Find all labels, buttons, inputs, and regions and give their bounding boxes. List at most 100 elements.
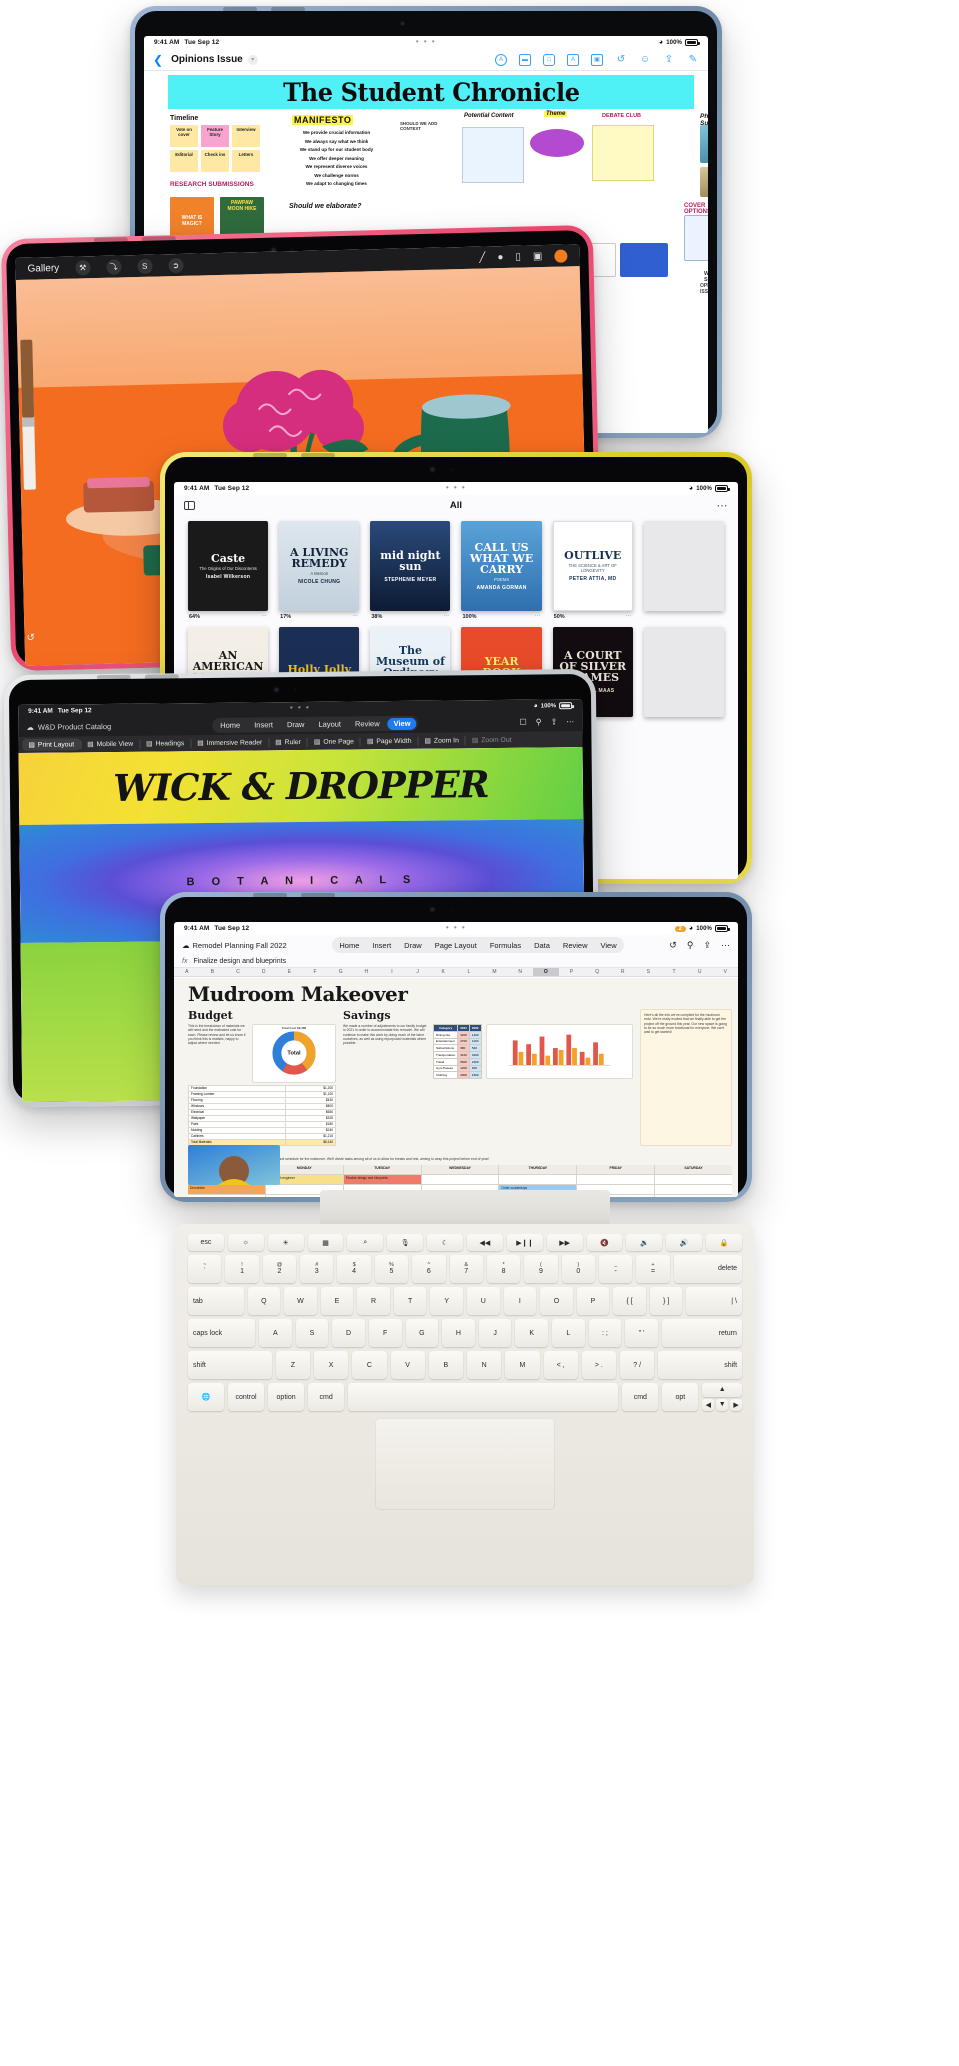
key-4[interactable]: $4 bbox=[337, 1255, 370, 1283]
ribbon-tab-view[interactable]: View bbox=[595, 939, 623, 952]
key--[interactable]: { [ bbox=[613, 1287, 646, 1315]
ribbon-tab-draw[interactable]: Draw bbox=[398, 939, 428, 952]
toolbar-ruler[interactable]: ▤Ruler bbox=[269, 738, 307, 746]
column-header-H[interactable]: H bbox=[353, 968, 379, 976]
mobile-icon[interactable]: ☐ bbox=[519, 718, 526, 727]
brightness-down-icon[interactable]: ☼ bbox=[228, 1234, 264, 1251]
schedule-cell[interactable] bbox=[499, 1175, 576, 1184]
spotlight-icon[interactable]: ⌕ bbox=[347, 1234, 383, 1251]
toolbar-zoom-in[interactable]: ▤Zoom In bbox=[418, 736, 464, 744]
multitasking-grabber[interactable]: • • • bbox=[446, 485, 466, 491]
key-k[interactable]: K bbox=[515, 1319, 548, 1347]
volume-buttons[interactable] bbox=[253, 453, 335, 458]
book-cover[interactable] bbox=[644, 627, 724, 717]
play-pause-icon[interactable]: ▶❙❙ bbox=[507, 1234, 543, 1251]
column-header-S[interactable]: S bbox=[636, 968, 662, 976]
key-esc[interactable]: esc bbox=[188, 1234, 224, 1251]
volume-buttons[interactable] bbox=[94, 236, 176, 243]
ellipsis-icon[interactable]: ⋯ bbox=[535, 614, 541, 620]
volume-up-icon[interactable]: 🔊 bbox=[666, 1234, 702, 1251]
column-header-F[interactable]: F bbox=[302, 968, 328, 976]
formula-value[interactable]: Finalize design and blueprints bbox=[193, 958, 286, 965]
key-caps-lock[interactable]: caps lock bbox=[188, 1319, 255, 1347]
formula-bar[interactable]: fx Finalize design and blueprints bbox=[174, 955, 738, 968]
key-6[interactable]: ^6 bbox=[412, 1255, 445, 1283]
key-f[interactable]: F bbox=[369, 1319, 402, 1347]
key-return[interactable]: return bbox=[662, 1319, 742, 1347]
key--[interactable]: } ] bbox=[650, 1287, 683, 1315]
key-5[interactable]: %5 bbox=[375, 1255, 408, 1283]
gallery-button[interactable]: Gallery bbox=[27, 262, 59, 274]
back-icon[interactable]: ❮ bbox=[153, 53, 163, 67]
sticky-note[interactable]: Interview bbox=[232, 125, 260, 147]
column-header-P[interactable]: P bbox=[559, 968, 585, 976]
key-s[interactable]: S bbox=[296, 1319, 329, 1347]
key-z[interactable]: Z bbox=[276, 1351, 310, 1379]
share-icon[interactable]: ⇪ bbox=[551, 717, 558, 726]
inserted-photo[interactable] bbox=[188, 1145, 280, 1185]
media-icon[interactable]: ▣ bbox=[591, 54, 603, 66]
sticky-note[interactable]: Vote on cover bbox=[170, 125, 198, 147]
book-cover[interactable]: CALL US WHAT WE CARRYPOEMSAMANDA GORMAN bbox=[461, 521, 541, 611]
column-header-Q[interactable]: Q bbox=[584, 968, 610, 976]
arrow-keys[interactable]: ▲◀▼▶ bbox=[702, 1383, 742, 1411]
schedule-cell[interactable] bbox=[422, 1175, 499, 1184]
table-row[interactable]: Subscriptions980540 bbox=[434, 1045, 482, 1052]
trackpad[interactable] bbox=[375, 1418, 555, 1510]
key-e[interactable]: E bbox=[321, 1287, 354, 1315]
column-header-M[interactable]: M bbox=[482, 968, 508, 976]
lock-icon[interactable]: 🔒 bbox=[706, 1234, 742, 1251]
layers-icon[interactable]: ▣ bbox=[533, 251, 543, 262]
key-w[interactable]: W bbox=[284, 1287, 317, 1315]
sticky-note[interactable]: Editorial bbox=[170, 150, 198, 172]
table-row[interactable]: Transportation41003200 bbox=[434, 1052, 482, 1059]
key-x[interactable]: X bbox=[314, 1351, 348, 1379]
key-g[interactable]: G bbox=[406, 1319, 439, 1347]
key-0[interactable]: )0 bbox=[562, 1255, 595, 1283]
key-9[interactable]: (9 bbox=[524, 1255, 557, 1283]
column-header-E[interactable]: E bbox=[277, 968, 303, 976]
undo-icon[interactable]: ↺ bbox=[669, 940, 677, 951]
add-icon[interactable]: ✎ bbox=[687, 54, 699, 66]
theme-bubble[interactable] bbox=[530, 129, 584, 157]
ribbon-tab-home[interactable]: Home bbox=[214, 719, 246, 731]
key-shift[interactable]: shift bbox=[188, 1351, 272, 1379]
book-item[interactable]: mid night sunSTEPHENIE MEYER38%⋯ bbox=[370, 521, 450, 620]
eraser-icon[interactable]: ▯ bbox=[515, 251, 521, 262]
document-name[interactable]: ☁ Remodel Planning Fall 2022 bbox=[182, 941, 287, 950]
savings-table[interactable]: Category20212022Dining Out32001400Entert… bbox=[433, 1024, 482, 1079]
home-row[interactable]: caps lockASDFGHJKL: ;" 'return bbox=[188, 1319, 742, 1347]
book-item[interactable]: A LIVING REMEDYA MemoirNICOLE CHUNG17%⋯ bbox=[279, 521, 359, 620]
ribbon-tab-home[interactable]: Home bbox=[333, 939, 365, 952]
key-j[interactable]: J bbox=[479, 1319, 512, 1347]
key-b[interactable]: B bbox=[429, 1351, 463, 1379]
book-cover[interactable]: OUTLIVETHE SCIENCE & ART OF LONGEVITYPET… bbox=[553, 521, 633, 611]
column-header-V[interactable]: V bbox=[712, 968, 738, 976]
undo-icon[interactable]: ↺ bbox=[615, 54, 627, 66]
key-8[interactable]: *8 bbox=[487, 1255, 520, 1283]
column-header-D[interactable]: D bbox=[251, 968, 277, 976]
multitasking-grabber[interactable]: • • • bbox=[290, 705, 310, 711]
toolbar-page-width[interactable]: ▤Page Width bbox=[361, 737, 418, 746]
book-cover[interactable]: CasteThe Origins of Our DiscontentsIsabe… bbox=[188, 521, 268, 611]
column-header-R[interactable]: R bbox=[610, 968, 636, 976]
ribbon-tab-data[interactable]: Data bbox=[528, 939, 556, 952]
key-delete[interactable]: delete bbox=[674, 1255, 742, 1283]
key-cmd[interactable]: cmd bbox=[622, 1383, 658, 1411]
key-h[interactable]: H bbox=[442, 1319, 475, 1347]
book-item[interactable]: OUTLIVETHE SCIENCE & ART OF LONGEVITYPET… bbox=[553, 521, 633, 620]
share-icon[interactable]: ⇪ bbox=[663, 54, 675, 66]
key-tab[interactable]: tab bbox=[188, 1287, 244, 1315]
column-header-I[interactable]: I bbox=[379, 968, 405, 976]
photo-thumb[interactable] bbox=[700, 167, 708, 197]
ellipsis-icon[interactable]: ⋯ bbox=[566, 717, 574, 726]
annotate-icon[interactable]: A bbox=[495, 54, 507, 66]
book-item[interactable]: CALL US WHAT WE CARRYPOEMSAMANDA GORMAN1… bbox=[461, 521, 541, 620]
key-u[interactable]: U bbox=[467, 1287, 500, 1315]
photo-thumb[interactable] bbox=[700, 125, 708, 163]
book-cover[interactable]: mid night sunSTEPHENIE MEYER bbox=[370, 521, 450, 611]
collab-icon[interactable]: ☺ bbox=[639, 54, 651, 66]
key-d[interactable]: D bbox=[332, 1319, 365, 1347]
schedule-cell[interactable] bbox=[577, 1175, 654, 1184]
sidebar-icon[interactable] bbox=[184, 501, 195, 510]
